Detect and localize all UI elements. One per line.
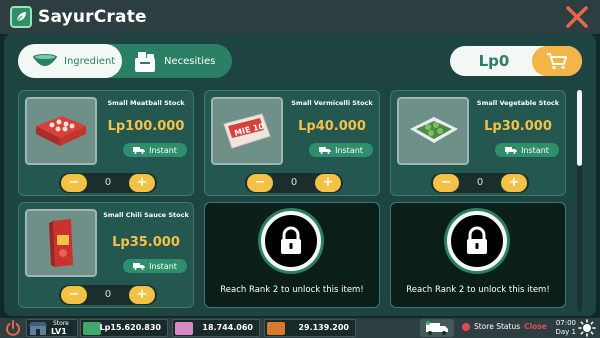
- quantity-value: 0: [104, 289, 112, 300]
- quantity-stepper: − 0 +: [59, 285, 157, 305]
- app-logo-icon: [10, 6, 32, 28]
- lock-badge: [261, 211, 321, 271]
- stat-3-value: 29.139.200: [298, 323, 349, 332]
- lock-badge: [447, 211, 507, 271]
- item-name: Small Vermicelli Stock: [291, 99, 373, 107]
- locked-item-card: Reach Rank 2 to unlock this item!: [204, 202, 380, 308]
- cart-summary: Lp0: [450, 46, 582, 76]
- item-name: Small Vegetable Stock: [476, 99, 560, 107]
- delivery-label: Instant: [521, 145, 549, 155]
- quantity-stepper: − 0 +: [245, 173, 343, 193]
- lock-icon: [281, 226, 301, 254]
- item-price: Lp40.000: [298, 119, 366, 134]
- increase-button[interactable]: +: [315, 174, 341, 192]
- increase-button[interactable]: +: [129, 174, 155, 192]
- status-dot-icon: [462, 322, 470, 331]
- store-status: Store Status Close: [462, 322, 547, 331]
- item-image-meatball: [25, 97, 97, 165]
- necessities-icon: [135, 52, 155, 72]
- quantity-stepper: − 0 +: [59, 173, 157, 193]
- quantity-value: 0: [476, 177, 484, 188]
- category-tabs: Ingredient Necesities: [18, 44, 232, 78]
- lock-icon: [467, 226, 487, 254]
- truck-icon: [319, 147, 332, 154]
- store-status-value: Close: [524, 322, 547, 331]
- store-label: Store: [53, 320, 69, 327]
- tab-necessities-label: Necesities: [164, 55, 216, 67]
- scrollbar[interactable]: [577, 90, 582, 312]
- increase-button[interactable]: +: [501, 174, 527, 192]
- tab-necessities[interactable]: Necesities: [126, 44, 232, 78]
- instant-delivery-button[interactable]: Instant: [123, 143, 187, 157]
- delivery-label: Instant: [149, 261, 177, 271]
- money-value: Lp15.620.830: [99, 323, 161, 332]
- cart-icon: [547, 53, 567, 70]
- item-card-vermicelli: MIE 10 Small Vermicelli Stock Lp40.000 I…: [204, 90, 380, 196]
- power-button[interactable]: [4, 319, 22, 337]
- scrollbar-thumb[interactable]: [577, 90, 582, 166]
- food-icon: [267, 322, 285, 335]
- day-value: Day 1: [555, 328, 576, 336]
- delivery-label: Instant: [149, 145, 177, 155]
- decrease-button[interactable]: −: [61, 174, 87, 192]
- cart-total: Lp0: [478, 52, 510, 70]
- tab-ingredient-label: Ingredient: [64, 55, 116, 67]
- truck-icon: [133, 263, 146, 270]
- item-price: Lp35.000: [112, 235, 180, 250]
- instant-delivery-button[interactable]: Instant: [123, 259, 187, 273]
- sun-icon: [578, 319, 596, 337]
- item-price: Lp30.000: [484, 119, 552, 134]
- top-bar: SayurCrate: [0, 0, 600, 34]
- unlock-requirement-text: Reach Rank 2 to unlock this item!: [406, 285, 550, 295]
- item-card-meatball: Small Meatball Stock Lp100.000 Instant −…: [18, 90, 194, 196]
- delivery-label: Instant: [335, 145, 363, 155]
- item-image-vermicelli: MIE 10: [211, 97, 283, 165]
- money-icon: [83, 322, 101, 335]
- decrease-button[interactable]: −: [61, 286, 87, 304]
- power-icon: [6, 320, 20, 336]
- quantity-value: 0: [104, 177, 112, 188]
- item-image-chili-sauce: [25, 209, 97, 277]
- stat-3: 29.139.200: [264, 319, 356, 337]
- locked-item-card: Reach Rank 2 to unlock this item!: [390, 202, 566, 308]
- truck-icon: [505, 147, 518, 154]
- instant-delivery-button[interactable]: Instant: [309, 143, 373, 157]
- ice-cream-icon: [175, 322, 193, 335]
- close-icon: [566, 6, 588, 28]
- shop-panel: Ingredient Necesities Lp0 Small Meatball…: [4, 34, 596, 316]
- app-title: SayurCrate: [38, 7, 147, 27]
- truck-icon: [133, 147, 146, 154]
- delivery-truck-button[interactable]: [420, 319, 454, 337]
- increase-button[interactable]: +: [129, 286, 155, 304]
- store-status-label: Store Status: [474, 322, 521, 331]
- store-level: LV1: [51, 327, 67, 336]
- store-level-badge: Store LV1: [26, 319, 78, 337]
- item-price: Lp100.000: [107, 119, 185, 134]
- item-card-vegetable: Small Vegetable Stock Lp30.000 Instant −…: [390, 90, 566, 196]
- instant-delivery-button[interactable]: Instant: [495, 143, 559, 157]
- quantity-value: 0: [290, 177, 298, 188]
- bottom-status-bar: Store LV1 Lp15.620.830 18.744.060 29.139…: [0, 318, 600, 338]
- item-card-chili-sauce: Small Chili Sauce Stock Lp35.000 Instant…: [18, 202, 194, 308]
- unlock-requirement-text: Reach Rank 2 to unlock this item!: [220, 285, 364, 295]
- bowl-icon: [33, 54, 57, 66]
- tab-ingredient[interactable]: Ingredient: [18, 44, 122, 78]
- close-button[interactable]: [564, 4, 590, 30]
- quantity-stepper: − 0 +: [431, 173, 529, 193]
- stat-2-value: 18.744.060: [202, 323, 253, 332]
- stat-2: 18.744.060: [172, 319, 260, 337]
- game-clock: 07:00 Day 1: [550, 319, 576, 337]
- decrease-button[interactable]: −: [247, 174, 273, 192]
- delivery-truck-icon: [426, 321, 448, 335]
- item-name: Small Chili Sauce Stock: [103, 211, 189, 219]
- store-icon: [29, 322, 47, 335]
- item-image-vegetable: [397, 97, 469, 165]
- cart-button[interactable]: [532, 46, 582, 76]
- decrease-button[interactable]: −: [433, 174, 459, 192]
- item-name: Small Meatball Stock: [107, 99, 185, 107]
- time-value: 07:00: [555, 319, 576, 327]
- money-stat: Lp15.620.830: [80, 319, 168, 337]
